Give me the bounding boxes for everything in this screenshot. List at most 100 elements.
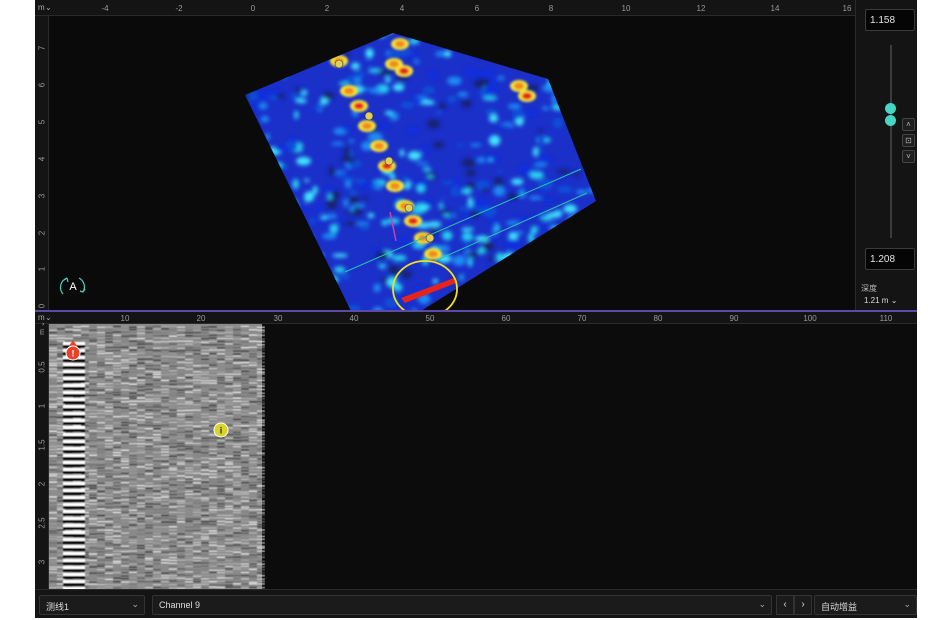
trace-segment — [249, 560, 257, 562]
anomaly-core — [428, 250, 438, 258]
trace-segment — [209, 509, 217, 511]
marker-pin[interactable] — [364, 111, 374, 121]
trace-segment — [121, 325, 129, 328]
trace-segment — [177, 352, 185, 354]
trace-segment — [89, 509, 97, 511]
chevron-down-icon[interactable]: ⌄ — [45, 313, 52, 322]
depth-bottom-input[interactable]: 1.208 — [865, 248, 915, 270]
slice-footprint — [245, 33, 596, 310]
trace-segment — [145, 400, 153, 402]
trace-segment — [217, 460, 225, 462]
channel-select[interactable]: Channel 9 ⌄ — [152, 595, 772, 615]
trace-segment — [233, 458, 241, 460]
trace-segment — [209, 514, 217, 516]
plan-view-canvas[interactable]: A — [49, 16, 855, 310]
trace-segment — [201, 457, 209, 459]
depth-slider-handle-top[interactable] — [885, 103, 896, 114]
marker-pin[interactable] — [384, 156, 394, 166]
trace-segment — [233, 481, 241, 483]
trace-segment — [257, 478, 265, 480]
trace-segment — [137, 346, 145, 349]
reflection-band — [63, 373, 85, 376]
trace-segment — [137, 451, 145, 454]
slice-speckle — [571, 85, 579, 94]
trace-segment — [193, 437, 201, 439]
trace-segment — [97, 427, 105, 429]
trace-segment — [169, 398, 177, 400]
trace-segment — [209, 485, 217, 487]
trace-segment — [201, 344, 209, 346]
chevron-down-icon[interactable]: ˅ — [902, 150, 915, 163]
next-channel-button[interactable]: › — [794, 595, 812, 615]
trace-segment — [177, 442, 185, 445]
trace-segment — [89, 494, 97, 496]
trace-segment — [105, 559, 113, 561]
trace-segment — [233, 454, 241, 457]
depth-slider-track[interactable] — [890, 45, 892, 238]
trace-segment — [209, 473, 217, 475]
trace-segment — [185, 416, 193, 418]
trace-segment — [233, 391, 241, 393]
slice-speckle — [497, 75, 505, 81]
trace-segment — [225, 376, 233, 378]
lock-icon[interactable]: ⊡ — [902, 134, 915, 147]
radargram[interactable]: ! i — [49, 324, 917, 589]
trace-segment — [185, 460, 193, 462]
trace-segment — [225, 511, 233, 513]
slice-speckle — [416, 184, 426, 193]
chevron-down-icon: ⌄ — [890, 296, 898, 305]
trace-segment — [153, 341, 161, 343]
trace-segment — [241, 373, 249, 375]
chevron-down-icon[interactable]: ⌄ — [45, 3, 52, 12]
trace-segment — [137, 427, 145, 429]
trace-segment — [193, 332, 201, 334]
trace-segment — [177, 418, 185, 421]
trace-segment — [153, 482, 161, 484]
trace-segment — [209, 364, 217, 366]
trace-segment — [241, 539, 249, 541]
line-select[interactable]: 测线1 ⌄ — [39, 595, 145, 615]
marker-pin[interactable] — [334, 59, 344, 69]
trace-segment — [161, 545, 169, 547]
trace-segment — [49, 481, 57, 483]
trace-segment — [177, 505, 185, 508]
trace-segment — [249, 568, 257, 570]
trace-segment — [113, 403, 121, 405]
trace-segment — [249, 410, 257, 412]
trace-segment — [153, 368, 161, 370]
depth-slider-handle-bottom[interactable] — [885, 115, 896, 126]
depth-slice-map[interactable]: A — [49, 16, 855, 310]
slice-speckle — [247, 152, 260, 161]
depth-top-input[interactable]: 1.158 — [865, 9, 915, 31]
slice-speckle — [312, 185, 318, 195]
trace-segment — [97, 359, 105, 361]
prev-channel-button[interactable]: ‹ — [776, 595, 794, 615]
trace-segment — [161, 413, 169, 415]
trace-segment — [217, 553, 225, 555]
trace-segment — [113, 518, 121, 520]
marker-pin[interactable] — [404, 203, 414, 213]
trace-segment — [105, 346, 113, 349]
trace-segment — [193, 575, 201, 577]
trace-segment — [113, 550, 121, 552]
section-view-canvas[interactable]: ! i — [49, 324, 917, 589]
trace-segment — [145, 370, 153, 373]
marker-pin[interactable] — [425, 233, 435, 243]
plan-x-ruler: m ⌄ -4 -2 0 2 4 6 8 10 12 14 16 — [35, 0, 855, 16]
trace-segment — [241, 508, 249, 510]
chevron-up-icon[interactable]: ˄ — [902, 118, 915, 131]
plan-unit-label[interactable]: m — [38, 3, 45, 12]
trace-segment — [89, 359, 97, 361]
gain-select[interactable]: 自动增益 ⌄ — [814, 595, 917, 615]
trace-segment — [137, 536, 145, 538]
trace-segment — [249, 470, 257, 472]
north-arrow-icon[interactable]: A — [59, 277, 86, 295]
slice-speckle — [594, 122, 596, 129]
marker-yellow[interactable]: i — [213, 422, 229, 438]
slice-speckle — [566, 33, 582, 36]
trace-segment — [169, 428, 177, 430]
trace-segment — [217, 572, 225, 574]
trace-segment — [233, 355, 241, 357]
trace-segment — [169, 545, 177, 547]
depth-value-select[interactable]: 1.21 m ⌄ — [864, 296, 897, 305]
